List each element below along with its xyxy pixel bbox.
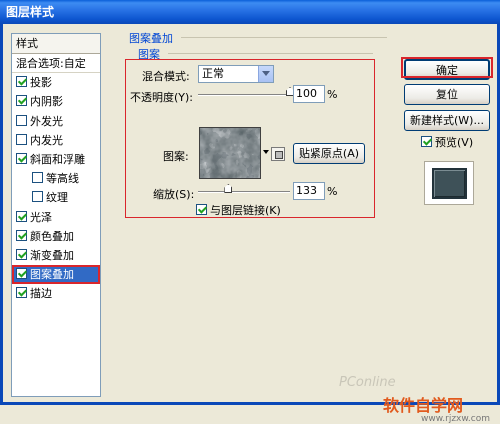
style-item-label: 纹理 xyxy=(46,191,68,205)
preview-checkbox-box[interactable] xyxy=(421,136,432,147)
group-divider xyxy=(181,37,387,38)
pattern-overlay-group-title: 图案叠加 xyxy=(129,32,173,45)
style-item-checkbox[interactable] xyxy=(16,229,27,241)
style-item-checkbox[interactable] xyxy=(32,191,43,203)
dialog-body: 样式 混合选项:自定 投影内阴影外发光内发光斜面和浮雕等高线纹理光泽颜色叠加渐变… xyxy=(0,24,500,424)
styles-header[interactable]: 样式 xyxy=(12,34,100,54)
style-item-checkbox[interactable] xyxy=(16,152,27,164)
style-item[interactable]: 投影 xyxy=(12,73,100,92)
style-item[interactable]: 内阴影 xyxy=(12,92,100,111)
pattern-picker-arrow-icon[interactable] xyxy=(262,147,270,157)
scale-input[interactable]: 133 xyxy=(293,182,325,200)
style-item-label: 图案叠加 xyxy=(30,268,74,282)
style-item-checkbox[interactable] xyxy=(16,95,27,107)
window-title: 图层样式 xyxy=(6,5,55,19)
reset-button[interactable]: 复位 xyxy=(404,84,490,105)
opacity-slider-track[interactable] xyxy=(198,94,290,96)
blend-options-item[interactable]: 混合选项:自定 xyxy=(12,54,100,74)
blend-mode-value: 正常 xyxy=(202,67,224,80)
opacity-input[interactable]: 100 xyxy=(293,85,325,103)
scale-unit: % xyxy=(327,185,338,198)
preview-swatch xyxy=(432,168,467,199)
new-style-button[interactable]: 新建样式(W)... xyxy=(404,110,490,131)
style-item-checkbox[interactable] xyxy=(16,248,27,260)
link-with-layer-label: 与图层链接(K) xyxy=(210,204,281,217)
style-item[interactable]: 光泽 xyxy=(12,208,100,227)
style-item-checkbox[interactable] xyxy=(16,210,27,222)
link-checkbox-box[interactable] xyxy=(196,204,207,215)
style-item-label: 颜色叠加 xyxy=(30,229,74,243)
style-item-label: 等高线 xyxy=(46,172,79,186)
site-url: www.rjzxw.com xyxy=(421,414,490,424)
pattern-label: 图案: xyxy=(163,150,189,163)
style-item-checkbox[interactable] xyxy=(16,268,27,280)
style-preview xyxy=(424,161,474,205)
style-item[interactable]: 描边 xyxy=(12,284,100,303)
style-item[interactable]: 外发光 xyxy=(12,112,100,131)
blend-mode-label: 混合模式: xyxy=(142,70,190,83)
style-item-checkbox[interactable] xyxy=(16,76,27,88)
style-item[interactable]: 纹理 xyxy=(12,188,100,207)
style-item-label: 投影 xyxy=(30,76,52,90)
site-logo: 软件自学网 xyxy=(383,396,464,415)
style-item-label: 光泽 xyxy=(30,210,52,224)
title-bar: 图层样式 xyxy=(0,0,500,24)
pattern-swatch[interactable] xyxy=(199,127,261,179)
style-item[interactable]: 内发光 xyxy=(12,131,100,150)
scale-slider-track[interactable] xyxy=(198,191,290,193)
style-item[interactable]: 颜色叠加 xyxy=(12,227,100,246)
preview-label: 预览(V) xyxy=(435,136,474,149)
style-item-label: 渐变叠加 xyxy=(30,248,74,262)
subgroup-divider xyxy=(168,53,373,54)
scale-label: 缩放(S): xyxy=(153,188,195,201)
pattern-texture-image xyxy=(200,128,260,178)
style-list: 样式 混合选项:自定 投影内阴影外发光内发光斜面和浮雕等高线纹理光泽颜色叠加渐变… xyxy=(11,33,101,397)
style-item-label: 内阴影 xyxy=(30,95,63,109)
style-item-checkbox[interactable] xyxy=(16,133,27,145)
style-item-label: 斜面和浮雕 xyxy=(30,152,85,166)
style-item-checkbox[interactable] xyxy=(32,172,43,184)
new-preset-icon[interactable] xyxy=(271,147,285,161)
style-item[interactable]: 图案叠加 xyxy=(12,265,100,285)
style-item-checkbox[interactable] xyxy=(16,114,27,126)
pconline-watermark: PConline xyxy=(339,375,396,390)
preview-checkbox[interactable]: 预览(V) xyxy=(421,134,473,150)
ok-highlight-frame xyxy=(401,57,493,78)
opacity-label: 不透明度(Y): xyxy=(130,91,194,104)
style-item[interactable]: 渐变叠加 xyxy=(12,246,100,265)
style-item-label: 描边 xyxy=(30,287,52,301)
style-item-label: 内发光 xyxy=(30,133,63,147)
style-item-checkbox[interactable] xyxy=(16,287,27,299)
chevron-down-icon[interactable] xyxy=(258,66,273,82)
snap-to-origin-button[interactable]: 贴紧原点(A) xyxy=(293,143,365,164)
style-item[interactable]: 斜面和浮雕 xyxy=(12,150,100,169)
opacity-unit: % xyxy=(327,88,338,101)
style-item-label: 外发光 xyxy=(30,114,63,128)
style-item[interactable]: 等高线 xyxy=(12,169,100,188)
blend-mode-select[interactable]: 正常 xyxy=(198,65,274,83)
link-with-layer-checkbox[interactable]: 与图层链接(K) xyxy=(196,202,281,218)
